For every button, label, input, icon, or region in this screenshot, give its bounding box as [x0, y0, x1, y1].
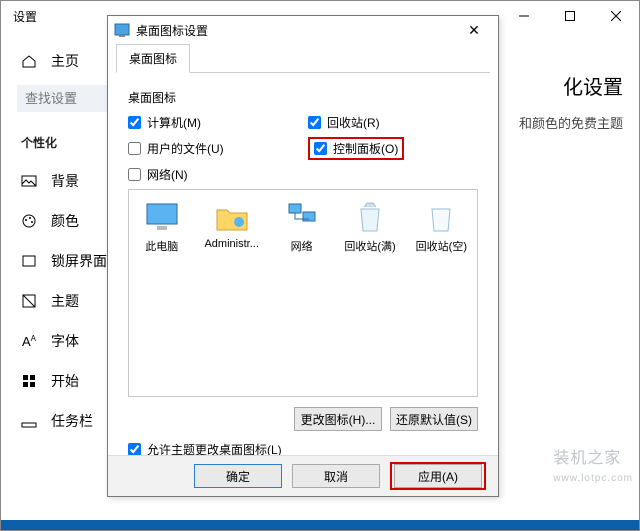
watermark-url: www.lotpc.com — [553, 473, 633, 484]
icon-label: 网络 — [279, 238, 324, 254]
icon-label: 此电脑 — [139, 238, 184, 254]
check-control-wrap: 控制面板(O) — [308, 137, 478, 160]
folder-user-icon — [214, 200, 250, 234]
change-icon-button[interactable]: 更改图标(H)... — [294, 407, 382, 431]
desktop-icon-dialog: 桌面图标设置 ✕ 桌面图标 桌面图标 计算机(M) 回收站(R) 用户的文件(U… — [107, 15, 499, 497]
icon-label: Administr... — [204, 238, 258, 250]
theme-icon — [21, 293, 37, 309]
maximize-button[interactable] — [547, 1, 593, 31]
palette-icon — [21, 213, 37, 229]
check-network[interactable]: 网络(N) — [128, 166, 478, 183]
taskbar-strip — [1, 520, 639, 530]
check-control-box[interactable] — [314, 142, 327, 155]
check-label: 网络(N) — [147, 166, 188, 183]
checkbox-grid: 计算机(M) 回收站(R) 用户的文件(U) 控制面板(O) 网络(N) — [128, 114, 478, 183]
dialog-title: 桌面图标设置 — [136, 22, 208, 39]
dialog-body: 桌面图标 计算机(M) 回收站(R) 用户的文件(U) 控制面板(O) 网络(N… — [108, 73, 498, 468]
search-input[interactable] — [17, 85, 111, 112]
check-userfiles-box[interactable] — [128, 142, 141, 155]
check-label: 控制面板(O) — [333, 140, 398, 157]
cancel-button[interactable]: 取消 — [292, 464, 380, 488]
start-icon — [21, 373, 37, 389]
icon-recycle-empty[interactable]: 回收站(空) — [416, 200, 467, 254]
restore-default-button[interactable]: 还原默认值(S) — [390, 407, 478, 431]
sidebar-item-label: 任务栏 — [51, 411, 93, 431]
icon-admin[interactable]: Administr... — [204, 200, 258, 250]
window-controls — [501, 1, 639, 31]
font-icon: AA — [21, 334, 37, 349]
watermark: 装机之家 www.lotpc.com — [553, 444, 633, 486]
ok-button[interactable]: 确定 — [194, 464, 282, 488]
sidebar-item-label: 背景 — [51, 171, 79, 191]
network-icon — [284, 200, 320, 234]
content-heading-partial: 化设置 — [563, 71, 623, 100]
check-control[interactable]: 控制面板(O) — [314, 140, 398, 157]
check-computer-box[interactable] — [128, 116, 141, 129]
lock-icon — [21, 253, 37, 269]
close-button[interactable] — [593, 1, 639, 31]
settings-title: 设置 — [13, 8, 37, 25]
icon-recycle-full[interactable]: 回收站(满) — [344, 200, 395, 254]
settings-window: 设置 主页 个性化 背景 颜色 锁屏界面 主题 AA字体 开始 任务栏 化设置 … — [0, 0, 640, 531]
group-title: 桌面图标 — [128, 89, 478, 106]
sidebar-home-label: 主页 — [51, 51, 79, 71]
monitor-icon — [144, 200, 180, 234]
icon-network[interactable]: 网络 — [279, 200, 324, 254]
icon-buttons: 更改图标(H)... 还原默认值(S) — [128, 407, 478, 431]
icon-thispc[interactable]: 此电脑 — [139, 200, 184, 254]
check-recycle[interactable]: 回收站(R) — [308, 114, 478, 131]
icon-label: 回收站(空) — [416, 238, 467, 254]
sidebar-item-label: 主题 — [51, 291, 79, 311]
picture-icon — [21, 173, 37, 189]
sidebar-item-label: 锁屏界面 — [51, 251, 107, 271]
icon-label: 回收站(满) — [344, 238, 395, 254]
check-recycle-box[interactable] — [308, 116, 321, 129]
tab-desktop-icons[interactable]: 桌面图标 — [116, 44, 190, 73]
apply-button[interactable]: 应用(A) — [394, 464, 482, 488]
minimize-button[interactable] — [501, 1, 547, 31]
check-label: 用户的文件(U) — [147, 140, 224, 157]
sidebar-item-label: 字体 — [51, 331, 79, 351]
icon-preview-box: 此电脑 Administr... 网络 回收站(满) 回收站(空) — [128, 189, 478, 397]
dialog-close-button[interactable]: ✕ — [456, 22, 492, 39]
dialog-icon — [114, 22, 130, 38]
check-userfiles[interactable]: 用户的文件(U) — [128, 137, 298, 160]
highlight-box: 应用(A) — [390, 462, 486, 490]
check-network-box[interactable] — [128, 168, 141, 181]
dialog-titlebar: 桌面图标设置 ✕ — [108, 16, 498, 44]
check-label: 计算机(M) — [147, 114, 201, 131]
highlight-box: 控制面板(O) — [308, 137, 404, 160]
recycle-empty-icon — [423, 200, 459, 234]
dialog-tabs: 桌面图标 — [116, 44, 490, 73]
taskbar-icon — [21, 413, 37, 429]
check-computer[interactable]: 计算机(M) — [128, 114, 298, 131]
check-label: 回收站(R) — [327, 114, 380, 131]
content-text-partial: 和颜色的免费主题 — [519, 113, 623, 132]
recycle-full-icon — [352, 200, 388, 234]
sidebar-item-label: 开始 — [51, 371, 79, 391]
home-icon — [21, 53, 37, 69]
watermark-text: 装机之家 — [553, 450, 621, 467]
dialog-footer: 确定 取消 应用(A) — [108, 455, 498, 496]
sidebar-item-label: 颜色 — [51, 211, 79, 231]
